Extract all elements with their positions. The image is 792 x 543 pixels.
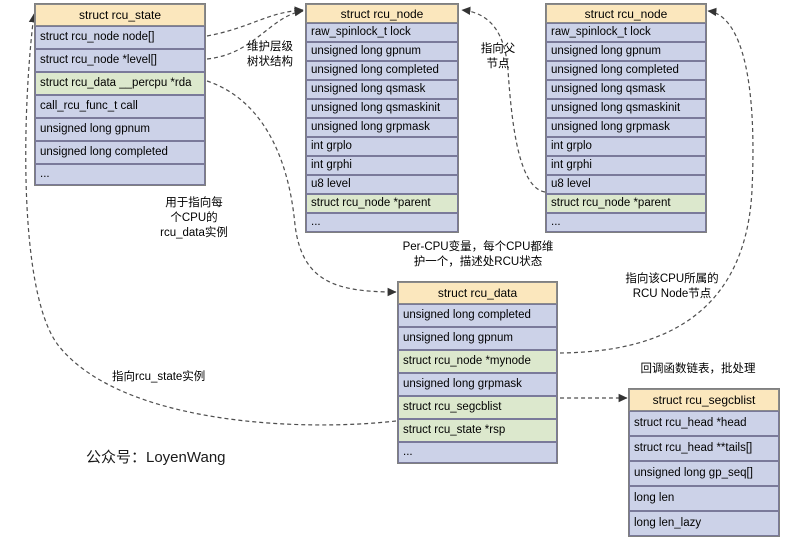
field-leaf-qsmask: unsigned long qsmask — [546, 80, 706, 99]
struct-rcu-data: struct rcu_data unsigned long completed … — [397, 281, 558, 464]
field-rcu-state-level-array: struct rcu_node *level[] — [35, 49, 205, 72]
rcu-structures-diagram: struct rcu_state struct rcu_node node[] … — [0, 0, 792, 543]
annotation-rsp-pointer: 指向rcu_state实例 — [112, 371, 206, 383]
struct-rcu-data-header: struct rcu_data — [398, 282, 557, 304]
struct-rcu-node-leaf: struct rcu_node raw_spinlock_t lock unsi… — [545, 3, 707, 233]
field-segcblist-tails: struct rcu_head **tails[] — [629, 436, 779, 461]
field-leaf-level: u8 level — [546, 175, 706, 194]
field-rcu-state-ellipsis: ... — [35, 164, 205, 185]
field-parent-lock: raw_spinlock_t lock — [306, 23, 458, 42]
annotation-callback-list: 回调函数链表，批处理 — [640, 363, 756, 375]
field-parent-qsmaskinit: unsigned long qsmaskinit — [306, 99, 458, 118]
field-rcu-state-completed: unsigned long completed — [35, 141, 205, 164]
field-parent-grplo: int grplo — [306, 137, 458, 156]
field-rcu-data-mynode: struct rcu_node *mynode — [398, 350, 557, 373]
field-parent-qsmask: unsigned long qsmask — [306, 80, 458, 99]
field-leaf-lock: raw_spinlock_t lock — [546, 23, 706, 42]
struct-rcu-state-header: struct rcu_state — [35, 4, 205, 26]
struct-rcu-node-leaf-header: struct rcu_node — [546, 4, 706, 23]
field-segcblist-len-lazy: long len_lazy — [629, 511, 779, 536]
field-leaf-gpnum: unsigned long gpnum — [546, 42, 706, 61]
annotation-percpu-rda: 用于指向每 个CPU的 rcu_data实例 — [160, 197, 228, 239]
field-rcu-data-gpnum: unsigned long gpnum — [398, 327, 557, 350]
field-leaf-grplo: int grplo — [546, 137, 706, 156]
watermark-text: 公众号：LoyenWang — [86, 449, 226, 466]
field-segcblist-len: long len — [629, 486, 779, 511]
wire-parent-to-parent-node — [461, 6, 546, 193]
field-parent-grpmask: unsigned long grpmask — [306, 118, 458, 137]
field-leaf-qsmaskinit: unsigned long qsmaskinit — [546, 99, 706, 118]
field-leaf-completed: unsigned long completed — [546, 61, 706, 80]
field-leaf-parent-ptr: struct rcu_node *parent — [546, 194, 706, 213]
field-rcu-data-completed: unsigned long completed — [398, 304, 557, 327]
field-rcu-state-call: call_rcu_func_t call — [35, 95, 205, 118]
field-rcu-data-ellipsis: ... — [398, 442, 557, 463]
field-segcblist-gp-seq: unsigned long gp_seq[] — [629, 461, 779, 486]
struct-rcu-node-parent-header: struct rcu_node — [306, 4, 458, 23]
annotation-tree-structure: 维护层级 树状结构 — [247, 41, 293, 68]
field-parent-gpnum: unsigned long gpnum — [306, 42, 458, 61]
field-parent-grphi: int grphi — [306, 156, 458, 175]
annotation-parent-pointer: 指向父 节点 — [480, 43, 516, 70]
field-segcblist-head: struct rcu_head *head — [629, 411, 779, 436]
field-parent-completed: unsigned long completed — [306, 61, 458, 80]
wire-node-array-to-rcu-node — [206, 6, 304, 37]
struct-rcu-node-parent: struct rcu_node raw_spinlock_t lock unsi… — [305, 3, 459, 233]
field-leaf-grpmask: unsigned long grpmask — [546, 118, 706, 137]
struct-rcu-segcblist: struct rcu_segcblist struct rcu_head *he… — [628, 388, 780, 537]
field-leaf-ellipsis: ... — [546, 213, 706, 232]
field-rcu-data-rsp: struct rcu_state *rsp — [398, 419, 557, 442]
struct-rcu-segcblist-header: struct rcu_segcblist — [629, 389, 779, 411]
field-rcu-data-segcblist: struct rcu_segcblist — [398, 396, 557, 419]
field-leaf-grphi: int grphi — [546, 156, 706, 175]
field-parent-parent-ptr: struct rcu_node *parent — [306, 194, 458, 213]
field-rcu-state-gpnum: unsigned long gpnum — [35, 118, 205, 141]
annotation-mynode-pointer: 指向该CPU所属的 RCU Node节点 — [625, 273, 719, 300]
field-rcu-state-node-array: struct rcu_node node[] — [35, 26, 205, 49]
field-parent-level: u8 level — [306, 175, 458, 194]
field-rcu-state-rda: struct rcu_data __percpu *rda — [35, 72, 205, 95]
field-rcu-data-grpmask: unsigned long grpmask — [398, 373, 557, 396]
struct-rcu-state: struct rcu_state struct rcu_node node[] … — [34, 3, 206, 186]
annotation-percpu-variable: Per-CPU变量，每个CPU都维 护一个，描述处RCU状态 — [402, 241, 554, 268]
field-parent-ellipsis: ... — [306, 213, 458, 232]
